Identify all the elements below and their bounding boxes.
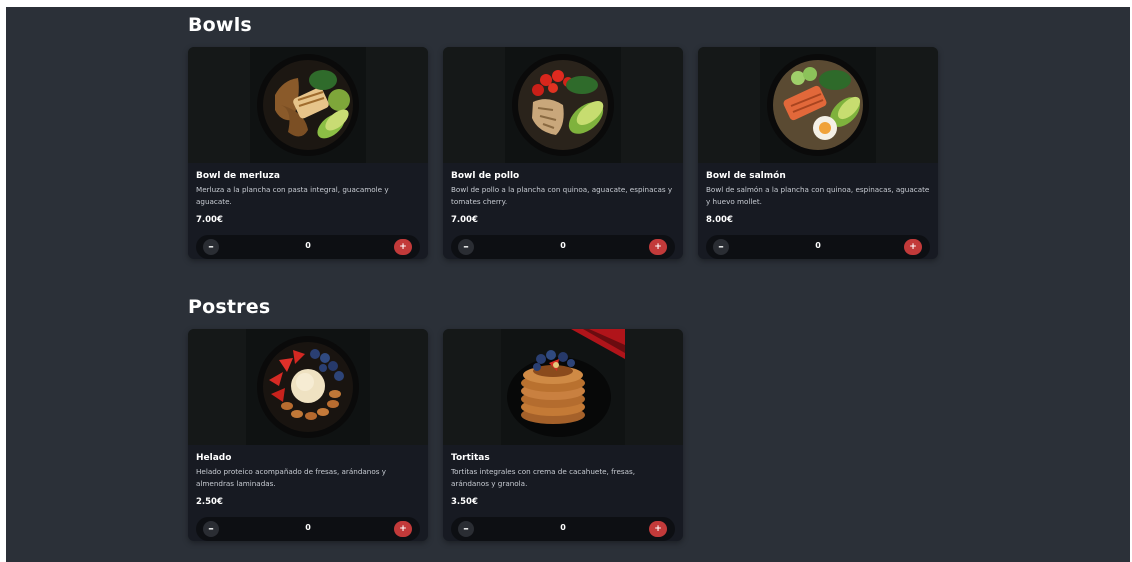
product-image [188,47,428,163]
increase-button[interactable]: + [394,239,412,255]
product-price: 7.00€ [451,215,478,225]
product-image [188,329,428,445]
product-description: Merluza a la plancha con pasta integral,… [196,185,389,206]
quantity-value: 0 [815,241,821,250]
product-name: Bowl de pollo [451,171,520,181]
product-name: Bowl de merluza [196,171,280,181]
product-price: 2.50€ [196,497,223,507]
quantity-value: 0 [305,241,311,250]
product-image [443,47,683,163]
product-name: Bowl de salmón [706,171,786,181]
increase-button[interactable]: + [649,239,667,255]
product-name: Helado [196,453,232,463]
product-price: 3.50€ [451,497,478,507]
increase-button[interactable]: + [649,521,667,537]
quantity-stepper: – 0 + [706,235,930,259]
product-description: Bowl de salmón a la plancha con quinoa, … [706,185,930,206]
quantity-value: 0 [560,523,566,532]
product-description: Tortitas integrales con crema de cacahue… [451,467,636,488]
product-image [443,329,683,445]
product-name: Tortitas [451,453,490,463]
product-card-bowl-pollo: Bowl de pollo Bowl de pollo a la plancha… [443,47,683,259]
menu-page: Bowls Bowl de merluza Merluza a la planc… [6,7,1130,562]
product-card-bowl-merluza: Bowl de merluza Merluza a la plancha con… [188,47,428,259]
product-price: 8.00€ [706,215,733,225]
product-card-bowl-salmon: Bowl de salmón Bowl de salmón a la planc… [698,47,938,259]
product-card-helado: Helado Helado proteico acompañado de fre… [188,329,428,541]
increase-button[interactable]: + [904,239,922,255]
quantity-stepper: – 0 + [196,235,420,259]
quantity-value: 0 [305,523,311,532]
product-card-tortitas: Tortitas Tortitas integrales con crema d… [443,329,683,541]
increase-button[interactable]: + [394,521,412,537]
quantity-stepper: – 0 + [451,235,675,259]
section-title-bowls: Bowls [188,14,252,36]
quantity-stepper: – 0 + [451,517,675,541]
quantity-stepper: – 0 + [196,517,420,541]
product-image [698,47,938,163]
product-description: Helado proteico acompañado de fresas, ar… [196,467,387,488]
product-description: Bowl de pollo a la plancha con quinoa, a… [451,185,673,206]
product-price: 7.00€ [196,215,223,225]
section-title-postres: Postres [188,296,271,318]
quantity-value: 0 [560,241,566,250]
